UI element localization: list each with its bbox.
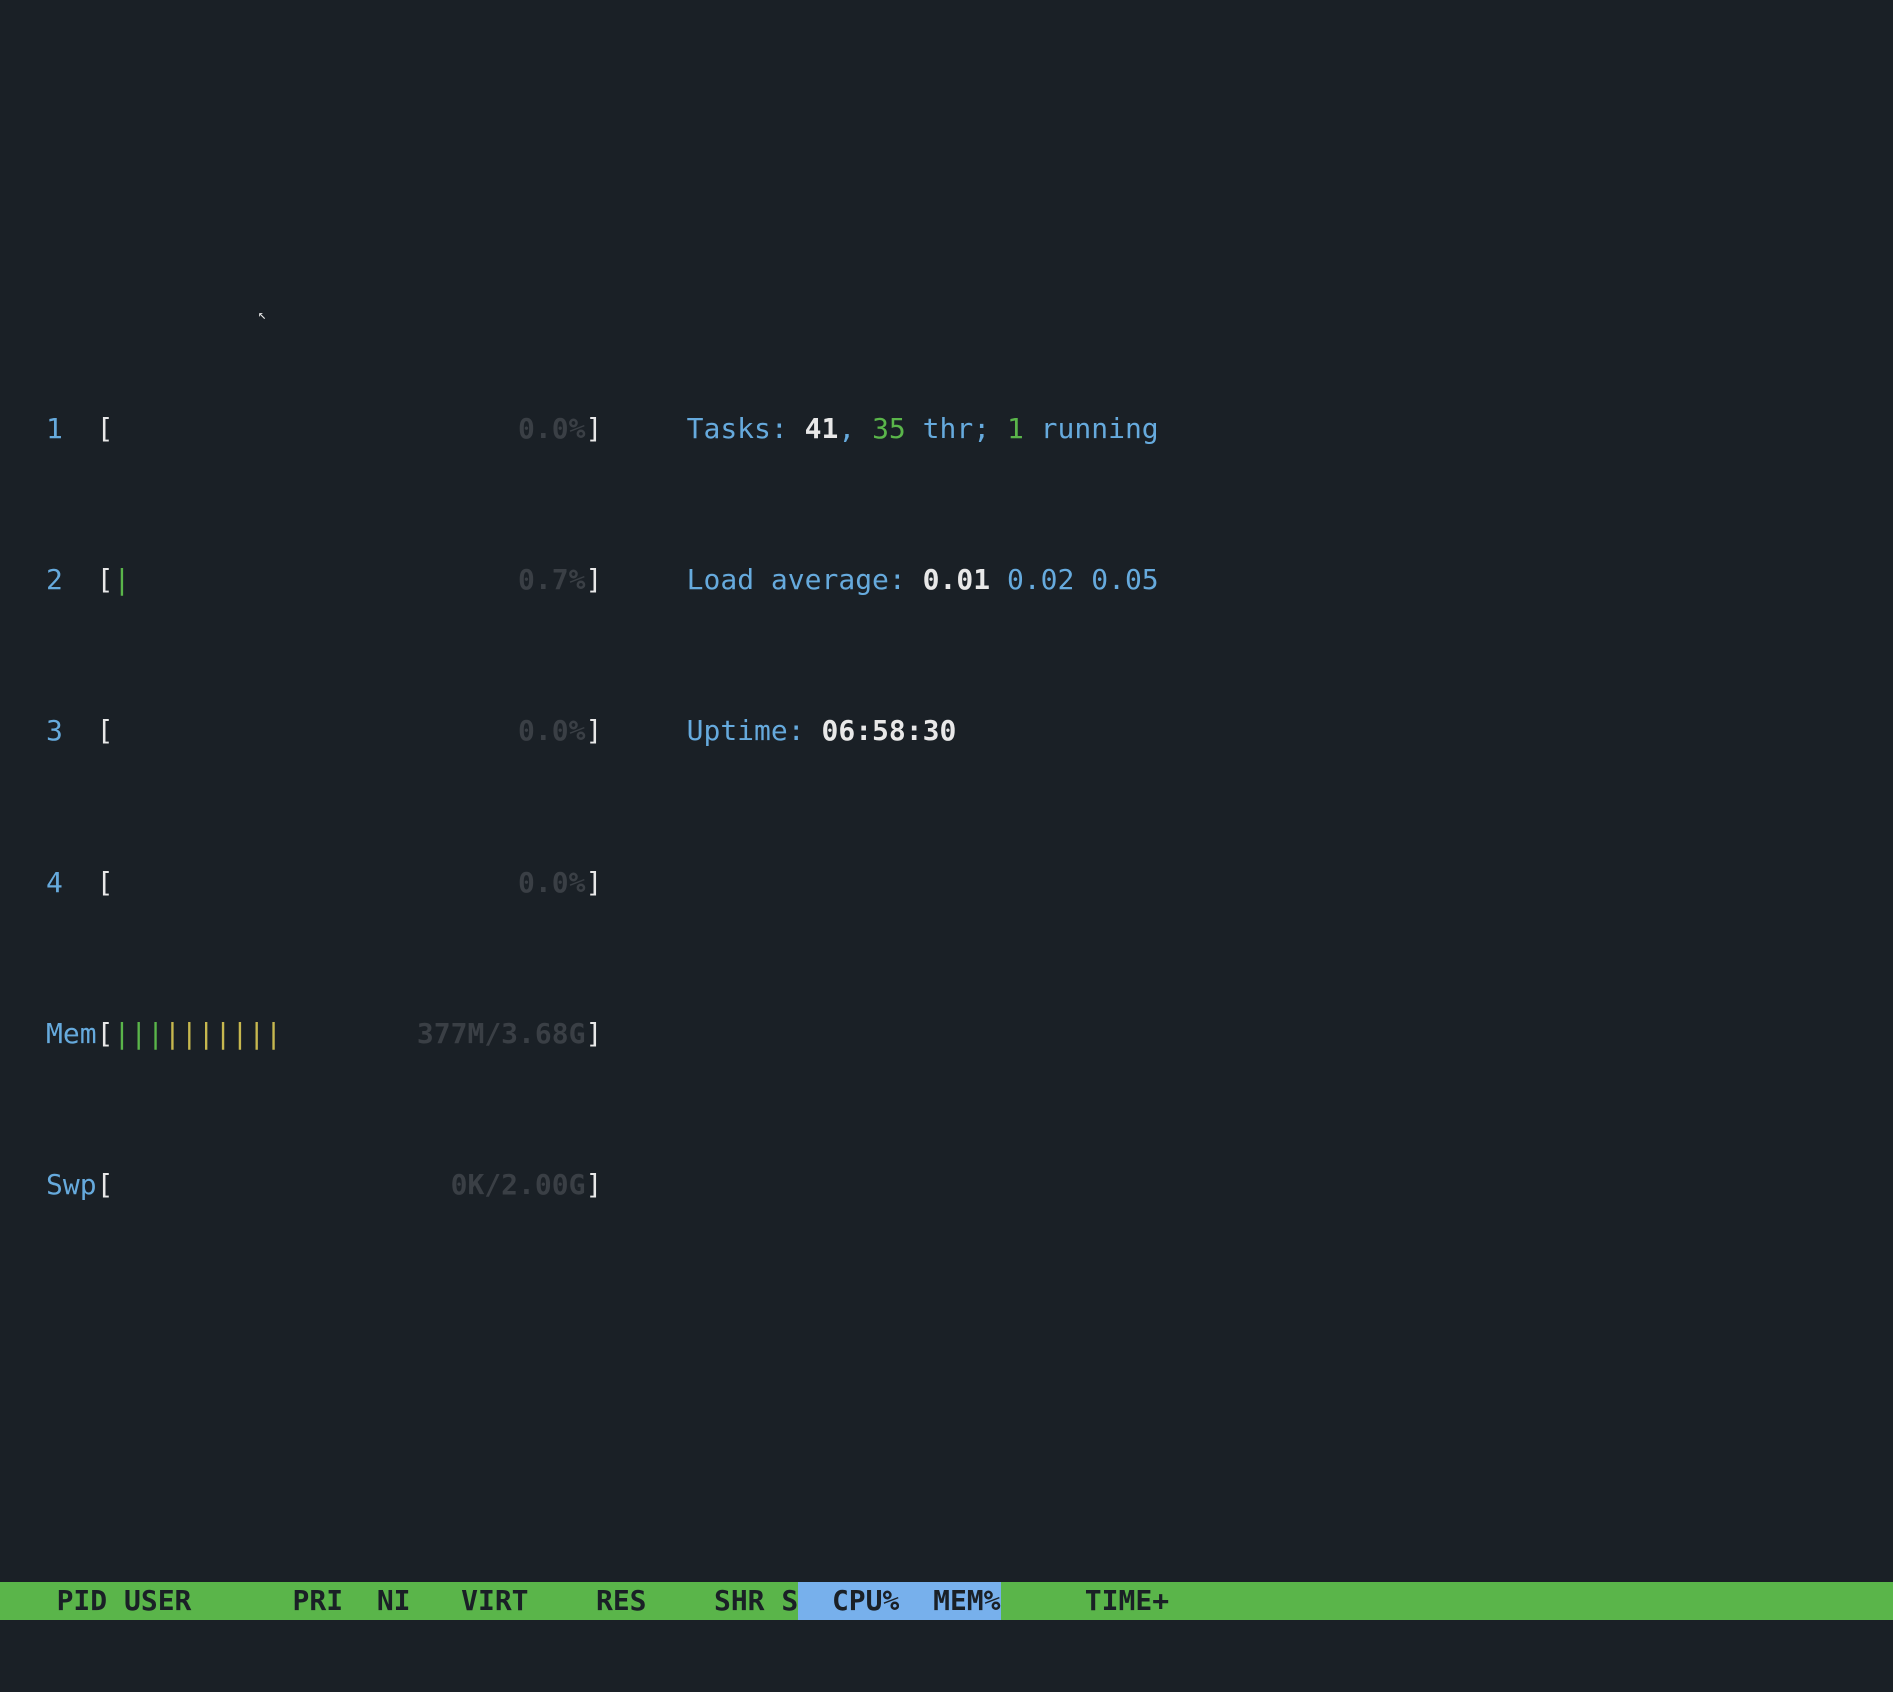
tasks-threads: 35 (872, 412, 906, 445)
load-1: 0.01 (923, 563, 990, 596)
swp-meter: Swp[ 0K/2.00G] (46, 1166, 1893, 1204)
col-time[interactable]: TIME+ (1001, 1582, 1170, 1620)
swp-label: Swp (46, 1168, 97, 1201)
cpu-label: 1 (46, 412, 63, 445)
cpu-value: 0.0% (113, 714, 585, 747)
col-user[interactable]: USER (107, 1582, 276, 1620)
col-mem[interactable]: MEM% (899, 1582, 1000, 1620)
cpu-label: 4 (46, 866, 63, 899)
col-cpu[interactable]: CPU% (798, 1582, 899, 1620)
tasks-total: 41 (805, 412, 839, 445)
col-res[interactable]: RES (529, 1582, 647, 1620)
mem-label: Mem (46, 1017, 97, 1050)
swp-value: 0K/2.00G (113, 1168, 585, 1201)
cpu-value: 0.0% (113, 866, 585, 899)
tasks-running: 1 (1007, 412, 1024, 445)
mem-bar-green: ||| (113, 1017, 164, 1050)
col-virt[interactable]: VIRT (411, 1582, 529, 1620)
cpu-meter-2: 2 [| 0.7%] Load average: 0.01 0.02 0.05 (46, 561, 1893, 599)
col-pri[interactable]: PRI (276, 1582, 343, 1620)
col-s[interactable]: S (765, 1582, 799, 1620)
mem-bar-yellow: ||||||| (164, 1017, 282, 1050)
cpu-value: 0.7% (130, 563, 585, 596)
col-pid[interactable]: PID (6, 1582, 107, 1620)
uptime-label: Uptime: (687, 714, 805, 747)
cpu-label: 3 (46, 714, 63, 747)
process-table-header[interactable]: PID USER PRI NI VIRT RES SHR S CPU% MEM%… (0, 1582, 1893, 1620)
tasks-label: Tasks: (687, 412, 788, 445)
htop-screen: 1 [ 0.0%] Tasks: 41, 35 thr; 1 running 2… (0, 151, 1893, 1692)
mem-meter: Mem[|||||||||| 377M/3.68G] (46, 1015, 1893, 1053)
uptime-value: 06:58:30 (821, 714, 956, 747)
cpu-label: 2 (46, 563, 63, 596)
cpu-bar: | (113, 563, 130, 596)
cpu-meter-1: 1 [ 0.0%] Tasks: 41, 35 thr; 1 running (46, 410, 1893, 448)
mouse-cursor-icon: ↖ (258, 308, 270, 324)
load-label: Load average: (687, 563, 906, 596)
cpu-meter-3: 3 [ 0.0%] Uptime: 06:58:30 (46, 712, 1893, 750)
load-3: 0.05 (1091, 563, 1158, 596)
mem-value: 377M/3.68G (282, 1017, 585, 1050)
header-area: 1 [ 0.0%] Tasks: 41, 35 thr; 1 running 2… (0, 334, 1893, 1279)
cpu-meter-4: 4 [ 0.0%] (46, 864, 1893, 902)
col-ni[interactable]: NI (343, 1582, 410, 1620)
col-command[interactable] (1169, 1582, 1893, 1620)
col-shr[interactable]: SHR (647, 1582, 765, 1620)
load-2: 0.02 (1007, 563, 1074, 596)
cpu-value: 0.0% (113, 412, 585, 445)
